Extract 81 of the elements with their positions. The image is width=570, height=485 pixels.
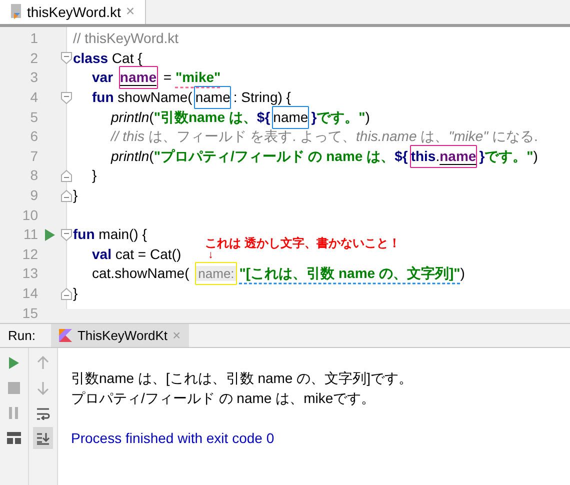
fold-marker-icon[interactable]	[61, 228, 72, 241]
code-text: name	[195, 89, 230, 106]
editor-tab[interactable]: thisKeyWord.kt ×	[0, 0, 146, 24]
down-arrow-icon	[37, 381, 49, 395]
string-literal: です。"	[316, 108, 366, 127]
code-text: (	[149, 108, 154, 127]
line-number: 9	[29, 186, 38, 206]
code-text: )	[460, 264, 465, 284]
function-call: println	[111, 108, 150, 127]
soft-wrap-icon	[36, 406, 50, 420]
code-text: : String) {	[233, 88, 291, 108]
toolbar-button[interactable]	[33, 427, 53, 449]
line-number: 2	[29, 48, 38, 68]
run-icon	[8, 356, 20, 370]
line-number: 1	[29, 29, 38, 48]
string-literal: "プロパティ/フィールド の name は、	[154, 146, 395, 166]
console-line: Process finished with exit code 0	[71, 429, 276, 448]
code-text: cat = Cat()	[114, 244, 182, 264]
code-text: )	[365, 108, 370, 127]
code-text: cat.showName(	[92, 264, 190, 284]
stop-icon	[8, 382, 20, 394]
console-line: 引数name は、[これは、引数 name の、文字列]です。	[71, 369, 414, 388]
line-number: 10	[21, 206, 38, 225]
template-brace: this	[410, 148, 436, 164]
line-number: 3	[29, 68, 38, 88]
run-panel-label: Run:	[7, 326, 36, 345]
layout-icon	[7, 432, 21, 444]
annotation-arrow: ↓	[208, 250, 214, 261]
code-text: Cat {	[110, 48, 142, 68]
property-name: name	[120, 69, 156, 86]
code-text: name	[273, 108, 308, 125]
annotation-note: これは 透かし文字、書かないこと！	[205, 236, 400, 250]
console-line: プロパティ/フィールド の name は、mikeです。	[71, 389, 376, 408]
string-literal: "引数name は、	[154, 108, 257, 127]
line-number: 7	[29, 146, 38, 166]
tab-label: thisKeyWord.kt	[27, 2, 121, 22]
line-number: 11	[22, 225, 38, 244]
keyword-text: class	[73, 48, 108, 68]
code-text: }	[92, 166, 97, 186]
code-text: showName(	[116, 88, 192, 108]
line-number: 14	[21, 284, 38, 304]
code-text: main() {	[98, 225, 147, 244]
fold-marker-icon[interactable]	[61, 92, 72, 104]
keyword-text: fun	[73, 225, 95, 244]
code-comment: // this は、フィールド を表す. よって、this.name は、"mike" になる.	[111, 127, 538, 146]
template-brace: }	[311, 108, 317, 127]
line-number: 8	[29, 166, 38, 186]
code-text: }	[73, 284, 78, 304]
template-brace: }	[479, 146, 485, 166]
fold-marker-icon[interactable]	[61, 52, 72, 64]
property-name: name	[440, 148, 476, 164]
code-text: =	[162, 68, 173, 88]
code-text: )	[533, 146, 538, 166]
run-tab[interactable]: ThisKeyWordKt ×	[51, 324, 189, 347]
run-gutter-icon[interactable]	[44, 228, 54, 241]
up-arrow-icon	[37, 356, 49, 370]
keyword-text: val	[92, 244, 112, 264]
parameter-hint: name:	[196, 266, 236, 282]
code-comment: // thisKeyWord.kt	[73, 29, 179, 48]
keyword-text: fun	[92, 88, 114, 108]
code-text: }	[73, 186, 78, 206]
line-number: 12	[21, 244, 38, 264]
line-number: 4	[29, 88, 38, 108]
line-number: 6	[29, 127, 38, 146]
scroll-to-end-icon	[36, 432, 50, 444]
line-number: 5	[29, 108, 38, 127]
pause-icon	[9, 407, 19, 419]
underlined-string-literal: "[これは、引数 name の、文字列]"	[239, 264, 460, 284]
code-text: (	[149, 146, 154, 166]
file-icon	[10, 4, 24, 20]
kotlin-logo-icon	[59, 329, 72, 342]
template-brace: ${	[394, 146, 408, 166]
tab-label: ThisKeyWordKt	[77, 326, 168, 345]
template-brace: ${	[256, 108, 270, 127]
line-number: 15	[21, 304, 38, 323]
string-literal: です。"	[484, 146, 534, 166]
code-text: .	[436, 148, 440, 164]
line-number: 13	[21, 264, 38, 284]
underlined-string-literal: "mike"	[175, 68, 221, 88]
function-call: println	[111, 146, 150, 166]
keyword-text: var	[92, 68, 114, 88]
